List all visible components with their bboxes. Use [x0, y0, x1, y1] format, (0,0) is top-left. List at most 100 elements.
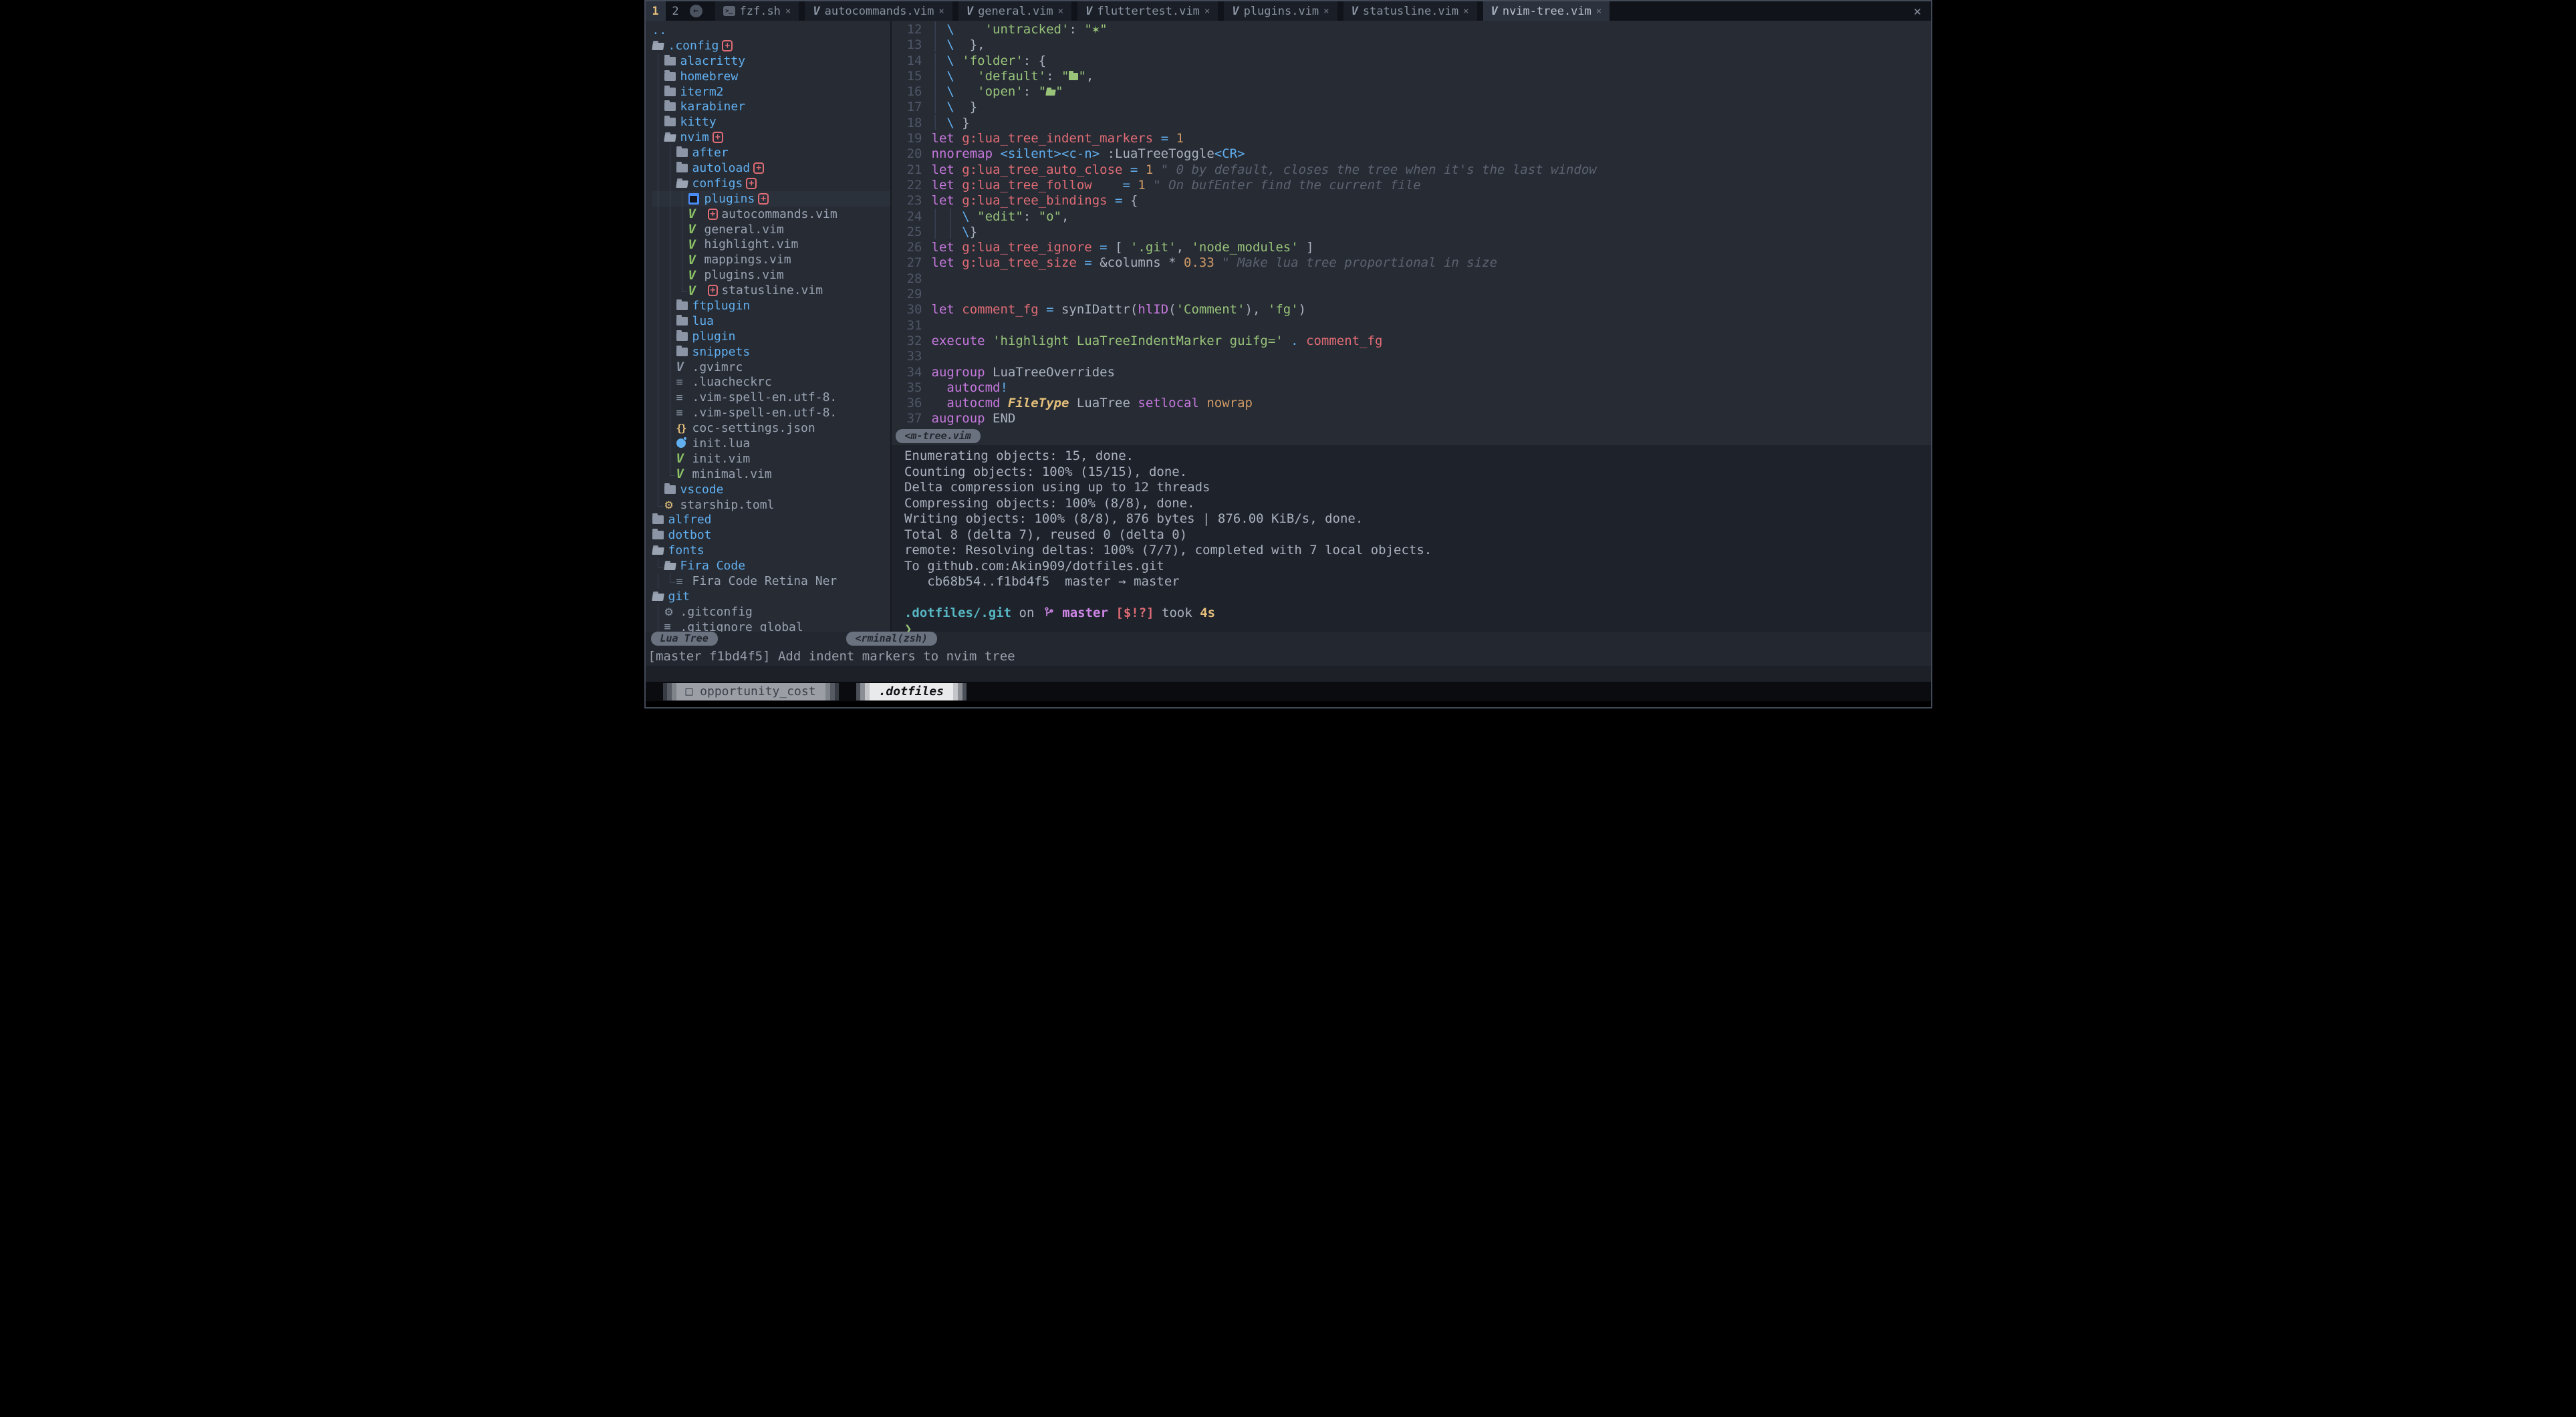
tree-item-.gitconfig[interactable]: ⚙.gitconfig — [652, 604, 890, 620]
tree-item-autocommands.vim[interactable]: V+autocommands.vim — [652, 207, 890, 222]
tab-close-icon[interactable]: × — [785, 6, 791, 17]
tab-close-icon[interactable]: × — [938, 6, 944, 17]
tree-item-alfred[interactable]: alfred — [652, 513, 890, 528]
tree-item-statusline.vim[interactable]: V+statusline.vim — [652, 283, 890, 298]
tree-item-Fira Code[interactable]: Fira Code — [652, 558, 890, 573]
code-line-14[interactable]: 14│ \ 'folder': { — [892, 53, 1931, 69]
tree-item-.luacheckrc[interactable]: ≡.luacheckrc — [652, 374, 890, 390]
code-line-31[interactable]: 31 — [892, 318, 1931, 334]
code-line-29[interactable]: 29 — [892, 287, 1931, 302]
code-line-37[interactable]: 37augroup END — [892, 411, 1931, 426]
code-line-34[interactable]: 34augroup LuaTreeOverrides — [892, 365, 1931, 380]
code-line-13[interactable]: 13│ \ }, — [892, 37, 1931, 53]
code-line-26[interactable]: 26let g:lua_tree_ignore = [ '.git', 'nod… — [892, 240, 1931, 255]
tmux-window-.dotfiles[interactable]: .dotfiles — [856, 683, 967, 700]
tree-item-init.lua[interactable]: init.lua — [652, 436, 890, 451]
code-line-28[interactable]: 28 — [892, 271, 1931, 287]
tree-item-Fira Code Retina Ner[interactable]: ≡Fira Code Retina Ner — [652, 573, 890, 589]
code-line-19[interactable]: 19let g:lua_tree_indent_markers = 1 — [892, 131, 1931, 146]
tree-item-fonts[interactable]: fonts — [652, 543, 890, 558]
tab-number-1[interactable]: 1 — [646, 1, 666, 21]
tab-fzf.sh[interactable]: >_fzf.sh× — [715, 1, 799, 21]
tree-item-.gitignore_global[interactable]: ≡.gitignore_global — [652, 620, 890, 632]
tree-item-minimal.vim[interactable]: Vminimal.vim — [652, 467, 890, 482]
tree-item-karabiner[interactable]: karabiner — [652, 99, 890, 114]
code-line-15[interactable]: 15│ \ 'default': "", — [892, 69, 1931, 84]
tree-item-plugins.vim[interactable]: Vplugins.vim — [652, 267, 890, 283]
tree-item-vscode[interactable]: vscode — [652, 482, 890, 497]
code-line-32[interactable]: 32execute 'highlight LuaTreeIndentMarker… — [892, 334, 1931, 349]
code-line-36[interactable]: 36 autocmd FileType LuaTree setlocal now… — [892, 396, 1931, 411]
tree-item-.config[interactable]: .config+ — [652, 38, 890, 53]
code-line-22[interactable]: 22let g:lua_tree_follow = 1 " On bufEnte… — [892, 178, 1931, 193]
tab-close-icon[interactable]: × — [1463, 6, 1468, 17]
tree-item-.gvimrc[interactable]: V.gvimrc — [652, 360, 890, 375]
tree-item-..[interactable]: .. — [652, 23, 890, 38]
tree-item-git[interactable]: git — [652, 589, 890, 604]
tree-item-.vim-spell-en.utf-8.[interactable]: ≡.vim-spell-en.utf-8. — [652, 390, 890, 405]
tree-item-plugin[interactable]: plugin — [652, 329, 890, 344]
tree-item-general.vim[interactable]: Vgeneral.vim — [652, 222, 890, 237]
code-text: augroup END — [932, 411, 1016, 426]
tree-item-iterm2[interactable]: iterm2 — [652, 84, 890, 100]
folder-icon — [652, 531, 668, 539]
tree-item-.vim-spell-en.utf-8.[interactable]: ≡.vim-spell-en.utf-8. — [652, 405, 890, 420]
code-line-30[interactable]: 30let comment_fg = synIDattr(hlID('Comme… — [892, 302, 1931, 317]
terminal-pane[interactable]: Enumerating objects: 15, done. Counting … — [892, 445, 1931, 632]
tree-item-snippets[interactable]: snippets — [652, 344, 890, 360]
tree-item-homebrew[interactable]: homebrew — [652, 69, 890, 84]
tree-item-kitty[interactable]: kitty — [652, 114, 890, 130]
prompt-input-line[interactable]: ❯ — [897, 622, 1931, 632]
tree-item-lua[interactable]: lua — [652, 313, 890, 329]
code-line-33[interactable]: 33 — [892, 349, 1931, 364]
tree-item-autoload[interactable]: autoload+ — [652, 160, 890, 176]
tab-plugins.vim[interactable]: Vplugins.vim× — [1224, 1, 1337, 21]
code-line-16[interactable]: 16│ \ 'open': "" — [892, 84, 1931, 100]
close-icon[interactable]: ✕ — [1914, 4, 1921, 19]
code-line-35[interactable]: 35 autocmd! — [892, 380, 1931, 396]
tab-number-2[interactable]: 2 — [666, 1, 686, 21]
code-line-27[interactable]: 27let g:lua_tree_size = &columns * 0.33 … — [892, 255, 1931, 271]
tab-close-icon[interactable]: × — [1596, 6, 1601, 17]
tmux-window--opportunity-cost[interactable]: □ opportunity_cost — [663, 683, 839, 700]
code-line-20[interactable]: 20nnoremap <silent><c-n> :LuaTreeToggle<… — [892, 146, 1931, 162]
code-line-21[interactable]: 21let g:lua_tree_auto_close = 1 " 0 by d… — [892, 162, 1931, 178]
code-line-17[interactable]: 17│ \ } — [892, 100, 1931, 115]
tree-item-alacritty[interactable]: alacritty — [652, 53, 890, 69]
tree-item-init.vim[interactable]: Vinit.vim — [652, 451, 890, 467]
code-line-12[interactable]: 12│ \ 'untracked': "✶" — [892, 22, 1931, 37]
tab-close-icon[interactable]: × — [1323, 6, 1329, 17]
tree-item-highlight.vim[interactable]: Vhighlight.vim — [652, 237, 890, 252]
line-number: 15 — [892, 69, 932, 84]
tab-close-icon[interactable]: × — [1204, 6, 1210, 17]
tree-item-starship.toml[interactable]: ⚙starship.toml — [652, 497, 890, 513]
tree-item-configs[interactable]: configs+ — [652, 176, 890, 191]
code-editor[interactable]: 12│ \ 'untracked': "✶"13│ \ },14│ \ 'fol… — [892, 21, 1931, 428]
tree-item-nvim[interactable]: nvim+ — [652, 130, 890, 145]
tab-statusline.vim[interactable]: Vstatusline.vim× — [1343, 1, 1477, 21]
indent-guide — [652, 313, 664, 329]
code-line-23[interactable]: 23let g:lua_tree_bindings = { — [892, 193, 1931, 209]
tab-close-icon[interactable]: × — [1058, 6, 1063, 17]
editor-statusline-pill: <m-tree.vim — [896, 429, 981, 443]
tree-item-coc-settings.json[interactable]: {}coc-settings.json — [652, 420, 890, 436]
code-line-18[interactable]: 18│ \ } — [892, 116, 1931, 131]
folder-open-icon — [652, 41, 668, 50]
tree-item-plugins[interactable]: plugins+ — [652, 191, 890, 207]
tree-item-after[interactable]: after — [652, 145, 890, 160]
gear-y-icon: ⚙ — [664, 499, 680, 511]
tab-nvim-tree.vim[interactable]: Vnvim-tree.vim× — [1483, 1, 1610, 21]
back-arrow-icon[interactable]: ← — [690, 5, 702, 17]
tree-item-ftplugin[interactable]: ftplugin — [652, 298, 890, 313]
tab-autocommands.vim[interactable]: Vautocommands.vim× — [805, 1, 952, 21]
tree-item-mappings.vim[interactable]: Vmappings.vim — [652, 252, 890, 267]
code-line-24[interactable]: 24│ │ \ "edit": "o", — [892, 209, 1931, 225]
tab-label: nvim-tree.vim — [1503, 5, 1591, 18]
tab-fluttertest.vim[interactable]: Vfluttertest.vim× — [1077, 1, 1218, 21]
tree-item-label: .vim-spell-en.utf-8. — [692, 406, 838, 420]
tab-general.vim[interactable]: Vgeneral.vim× — [958, 1, 1071, 21]
tree-item-dotbot[interactable]: dotbot — [652, 527, 890, 543]
tree-item-label: .gvimrc — [692, 360, 743, 374]
line-number: 14 — [892, 53, 932, 69]
code-line-25[interactable]: 25│ │ \} — [892, 225, 1931, 240]
